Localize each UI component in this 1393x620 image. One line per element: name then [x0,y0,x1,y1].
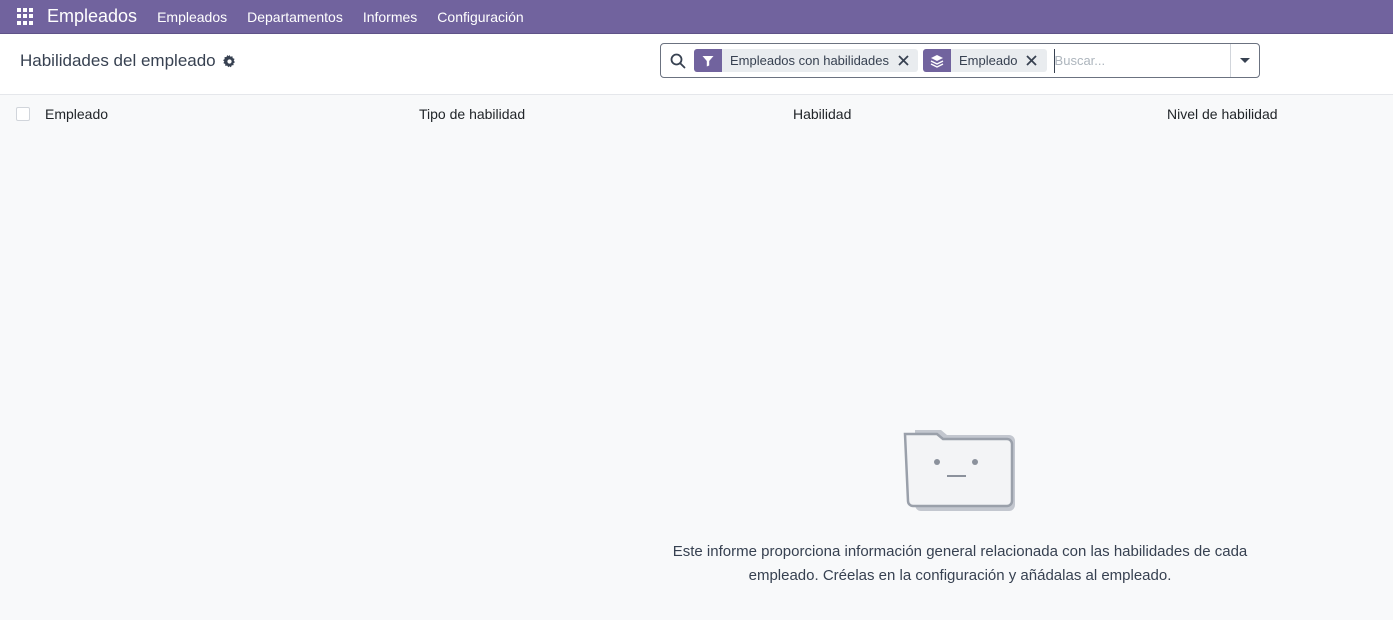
facet-label: Empleados con habilidades [730,53,889,68]
search-input[interactable] [1053,48,1230,73]
empty-folder-icon [903,430,1015,511]
app-brand[interactable]: Empleados [47,6,137,27]
caret-down-icon [1240,58,1250,63]
empty-state-line-1: Este informe proporciona información gen… [672,543,1248,560]
menu-item-configuracion[interactable]: Configuración [437,9,523,25]
menu-item-empleados[interactable]: Empleados [157,9,227,25]
search-icon[interactable] [670,53,686,69]
list-header: Empleado Tipo de habilidad Habilidad Niv… [0,95,1393,133]
search-bar: Empleados con habilidades Empleado [660,43,1260,78]
menu-item-departamentos[interactable]: Departamentos [247,9,343,25]
top-navbar: Empleados Empleados Departamentos Inform… [0,0,1393,34]
select-all-checkbox[interactable] [16,107,30,121]
column-header-empleado[interactable]: Empleado [45,106,108,122]
column-header-nivel-habilidad[interactable]: Nivel de habilidad [1167,106,1278,122]
empty-state-line-2: empleado. Créelas en la configuración y … [748,567,1172,584]
empty-state-message: Este informe proporciona información gen… [640,540,1280,588]
close-icon[interactable] [1026,55,1038,67]
facet-label: Empleado [959,53,1018,68]
close-icon[interactable] [897,55,909,67]
gear-icon[interactable] [222,54,236,68]
column-header-habilidad[interactable]: Habilidad [793,106,851,122]
page-title: Habilidades del empleado [20,51,216,70]
search-options-toggle[interactable] [1230,44,1259,77]
menu-item-informes[interactable]: Informes [363,9,417,25]
apps-menu-icon[interactable] [17,7,35,26]
page-title-container: Habilidades del empleado [20,51,236,71]
search-facet-filter: Empleados con habilidades [694,49,918,72]
layers-icon [923,49,951,72]
column-header-tipo-habilidad[interactable]: Tipo de habilidad [419,106,525,122]
filter-icon [694,49,722,72]
control-panel: Habilidades del empleado Empleados con h… [0,34,1393,95]
search-facet-groupby: Empleado [923,49,1047,72]
